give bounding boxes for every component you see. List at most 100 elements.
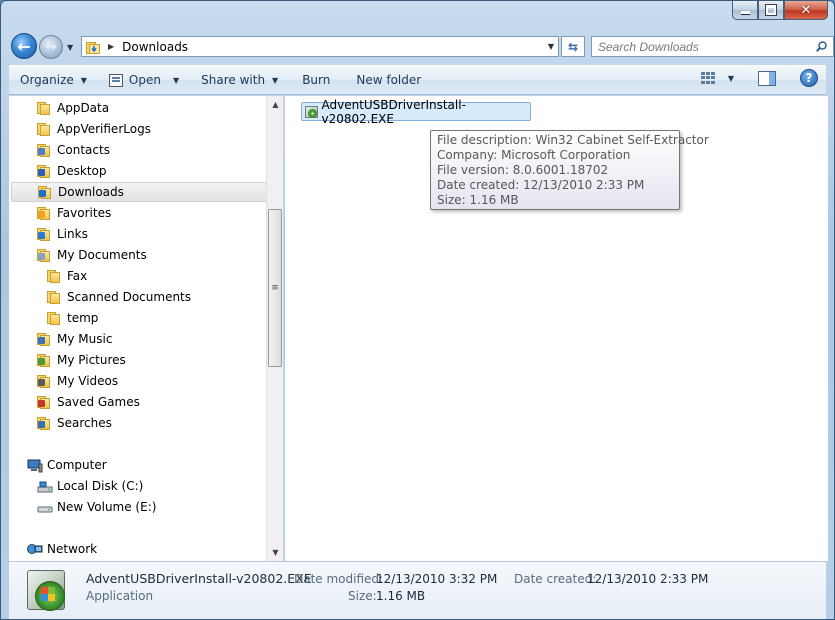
links-folder-icon (37, 227, 51, 241)
date-created-value: 12/13/2010 2:33 PM (587, 572, 709, 586)
open-button[interactable]: Open ▼ (100, 68, 188, 92)
search-icon[interactable] (816, 41, 827, 52)
file-name: AdventUSBDriverInstall-v20802.EXE (321, 97, 466, 126)
chevron-down-icon: ▼ (172, 75, 180, 85)
games-folder-icon (37, 395, 51, 409)
sidebar-item-new-volume-e[interactable]: New Volume (E:) (37, 497, 156, 517)
breadcrumb-chevron-icon[interactable]: ▶ (108, 42, 114, 51)
downloads-folder-icon (86, 41, 100, 54)
folder-icon (47, 269, 61, 283)
computer-icon (27, 459, 43, 472)
search-input[interactable] (598, 39, 798, 54)
sidebar-item-links[interactable]: Links (37, 224, 88, 244)
sidebar-item-my-music[interactable]: My Music (37, 329, 112, 349)
minimize-icon (740, 6, 750, 14)
tooltip-company: Company: Microsoft Corporation (437, 148, 631, 162)
burn-button[interactable]: Burn (293, 68, 339, 92)
sidebar-item-downloads[interactable]: Downloads (11, 182, 267, 202)
sidebar-item-appdata[interactable]: AppData (37, 98, 109, 118)
details-file-type: Application (86, 589, 154, 603)
sidebar-item-computer[interactable]: Computer (27, 455, 107, 475)
refresh-button[interactable]: ⇆ (561, 36, 585, 57)
scroll-up-arrow-icon[interactable]: ▲ (267, 96, 284, 113)
downloads-folder-icon (38, 185, 52, 199)
navigation-pane: AppData AppVerifierLogs Contacts Desktop Dow… (9, 96, 284, 561)
sidebar-item-label: New Volume (E:) (57, 500, 157, 514)
sidebar-item-label: Links (57, 227, 88, 241)
maximize-icon (766, 5, 776, 15)
folder-icon (37, 101, 51, 115)
change-view-icon[interactable] (700, 71, 716, 85)
music-folder-icon (37, 332, 51, 346)
organize-label: Organize (20, 73, 74, 87)
address-dropdown-icon[interactable]: ▼ (548, 42, 554, 51)
details-file-name: AdventUSBDriverInstall-v20802.EXE (86, 571, 312, 586)
organize-button[interactable]: Organize ▼ (11, 68, 96, 92)
sidebar-item-desktop[interactable]: Desktop (37, 161, 107, 181)
recent-pages-dropdown[interactable]: ▼ (67, 43, 73, 52)
sidebar-item-fax[interactable]: Fax (47, 266, 87, 286)
maximize-button[interactable] (758, 1, 784, 20)
sidebar-item-local-disk-c[interactable]: Local Disk (C:) (37, 476, 143, 496)
chevron-down-icon: ▼ (80, 75, 87, 85)
details-pane: AdventUSBDriverInstall-v20802.EXE Applic… (9, 561, 826, 619)
sidebar-item-label: Computer (47, 458, 107, 472)
scroll-thumb[interactable]: ≡ (268, 209, 282, 367)
setup-exe-large-icon (23, 567, 69, 613)
date-modified-value: 12/13/2010 3:32 PM (376, 572, 498, 586)
searches-folder-icon (37, 416, 51, 430)
tooltip-version: File version: 8.0.6001.18702 (437, 163, 609, 177)
sidebar-item-label: Scanned Documents (67, 290, 192, 304)
sidebar-item-saved-games[interactable]: Saved Games (37, 392, 140, 412)
sidebar-item-favorites[interactable]: Favorites (37, 203, 111, 223)
share-with-label: Share with (201, 73, 266, 87)
new-folder-button[interactable]: New folder (347, 68, 430, 92)
back-button[interactable]: ← (11, 33, 37, 59)
sidebar-item-label: Saved Games (57, 395, 140, 409)
share-with-button[interactable]: Share with ▼ (192, 68, 287, 92)
sidebar-item-label: Searches (57, 416, 112, 430)
file-info-tooltip: File description: Win32 Cabinet Self-Ext… (430, 130, 709, 210)
sidebar-item-my-videos[interactable]: My Videos (37, 371, 118, 391)
pictures-folder-icon (37, 353, 51, 367)
tooltip-size: Size: 1.16 MB (437, 193, 519, 207)
contacts-folder-icon (37, 143, 51, 157)
sidebar-item-label: Local Disk (C:) (57, 479, 144, 493)
sidebar-item-searches[interactable]: Searches (37, 413, 112, 433)
sidebar-item-label: Network (47, 542, 98, 556)
folder-tree: AppData AppVerifierLogs Contacts Desktop Dow… (9, 96, 267, 561)
sidebar-item-network[interactable]: Network (27, 539, 97, 559)
address-bar[interactable]: ▶ Downloads ▼ (81, 36, 559, 57)
help-icon[interactable]: ? (800, 69, 818, 87)
sidebar-item-label: Downloads (58, 185, 124, 199)
favorites-folder-icon (37, 206, 51, 220)
tooltip-description: File description: Win32 Cabinet Self-Ext… (437, 133, 709, 147)
forward-button[interactable]: → (39, 35, 63, 59)
burn-label: Burn (302, 73, 331, 87)
drive-icon (37, 501, 53, 514)
search-box[interactable] (591, 36, 834, 57)
folder-icon (47, 290, 61, 304)
back-arrow-icon: ← (17, 36, 31, 56)
documents-folder-icon (37, 248, 51, 262)
setup-exe-icon (305, 105, 318, 119)
navigation-scrollbar[interactable]: ▲ ≡ ▼ (266, 96, 283, 561)
network-icon (27, 543, 43, 556)
sidebar-item-appverifierlogs[interactable]: AppVerifierLogs (37, 119, 151, 139)
desktop-folder-icon (37, 164, 51, 178)
tooltip-created: Date created: 12/13/2010 2:33 PM (437, 178, 645, 192)
view-dropdown-icon[interactable]: ▼ (728, 74, 734, 83)
file-item[interactable]: AdventUSBDriverInstall-v20802.EXE (301, 98, 531, 126)
preview-pane-icon[interactable] (758, 70, 776, 86)
breadcrumb-downloads[interactable]: Downloads (122, 40, 188, 54)
minimize-button[interactable] (732, 1, 758, 20)
close-button[interactable]: ✕ (784, 1, 828, 20)
sidebar-item-contacts[interactable]: Contacts (37, 140, 110, 160)
sidebar-item-temp[interactable]: temp (47, 308, 98, 328)
sidebar-item-my-pictures[interactable]: My Pictures (37, 350, 126, 370)
sidebar-item-scanned-documents[interactable]: Scanned Documents (47, 287, 191, 307)
size-label: Size: (348, 589, 377, 603)
sidebar-item-label: Desktop (57, 164, 107, 178)
scroll-down-arrow-icon[interactable]: ▼ (267, 544, 284, 561)
sidebar-item-my-documents[interactable]: My Documents (37, 245, 147, 265)
